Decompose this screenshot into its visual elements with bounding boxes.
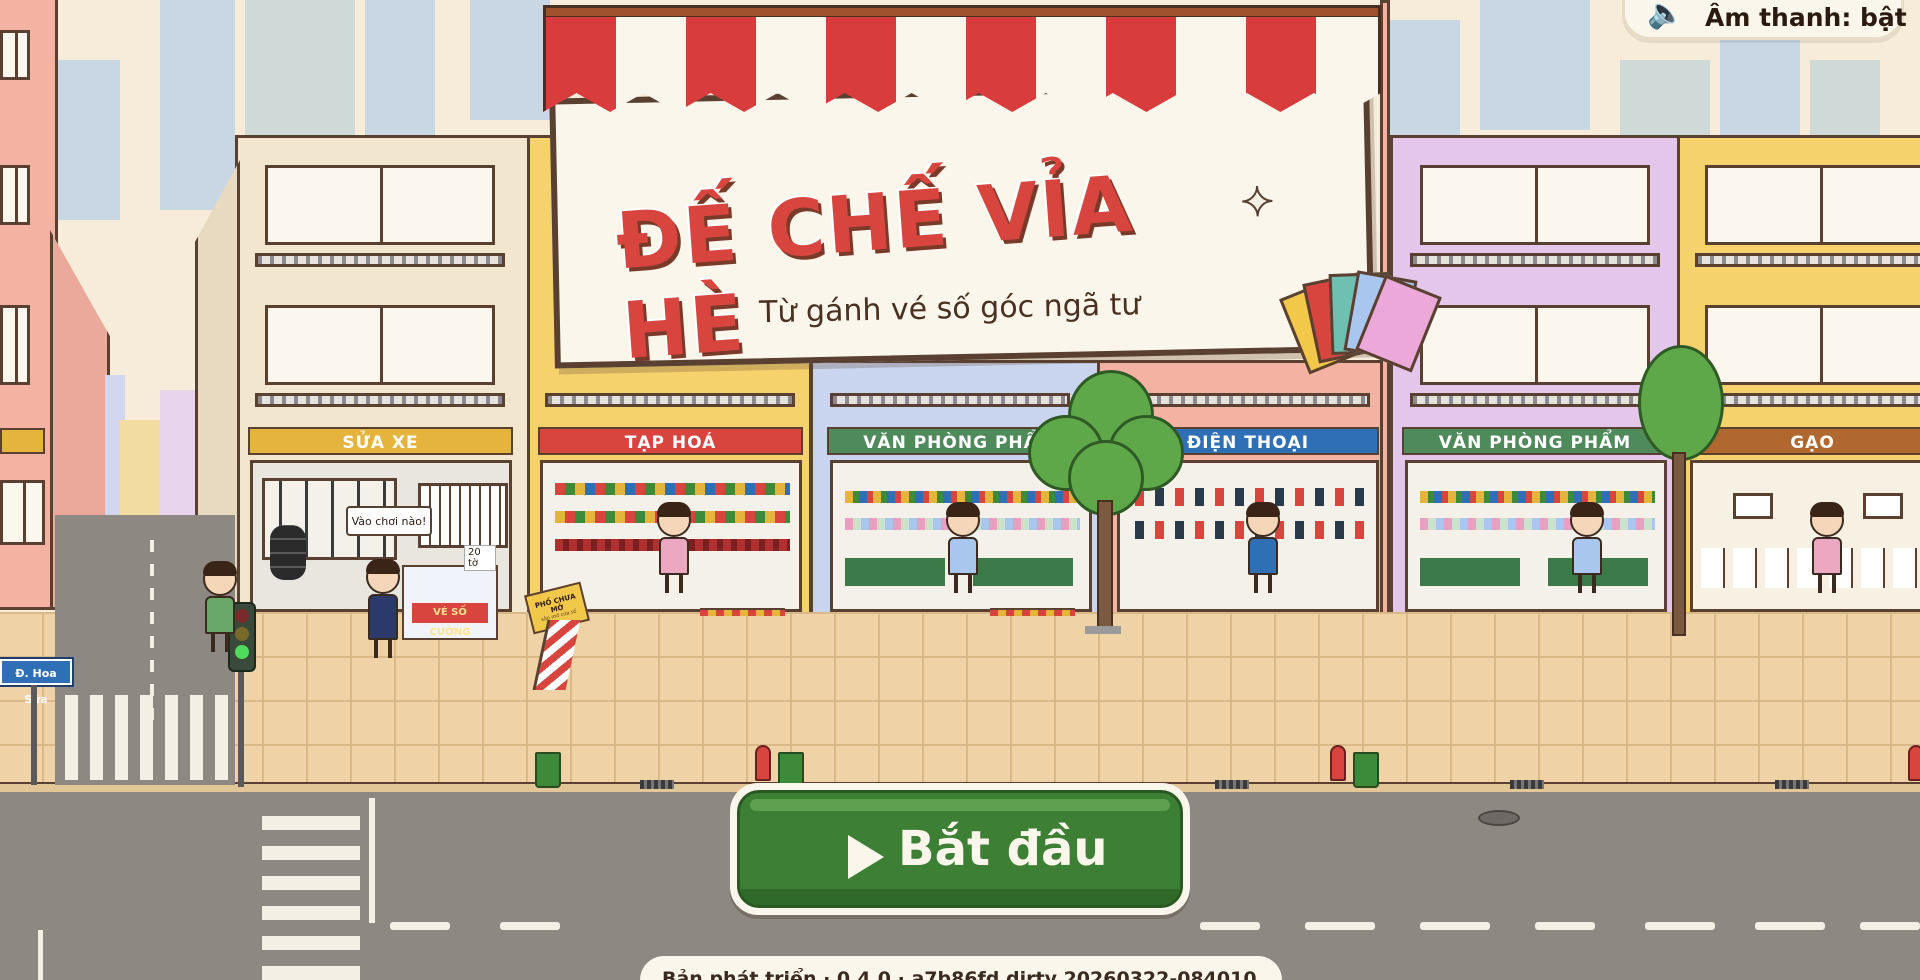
game-title: ĐẾ CHẾ VỈA HÈ — [613, 159, 1137, 378]
play-icon — [848, 835, 884, 879]
lottery-tickets-icon — [1279, 265, 1442, 375]
fire-hydrant — [1330, 745, 1346, 781]
tree — [1638, 345, 1724, 461]
shop-sign-rice: GẠO — [1690, 427, 1920, 455]
game-scene: SỬA XE TẠP HOÁ VĂN PHÒNG PHẨM ĐIỆN THOẠI… — [0, 0, 1920, 980]
npc-vendor — [366, 559, 400, 658]
npc-person — [657, 502, 691, 593]
trash-bin — [535, 752, 561, 788]
sound-toggle-button[interactable]: 🔈 Âm thanh: bật — [1622, 0, 1907, 40]
version-label: Bản phát triển · 0.4.0 · a7b86fd dirty 2… — [640, 956, 1282, 980]
fire-hydrant — [755, 745, 771, 781]
crosswalk-left — [65, 695, 230, 780]
tree — [1028, 370, 1184, 516]
shop-sign-stationery-2: VĂN PHÒNG PHẨM — [1402, 427, 1668, 455]
fire-hydrant — [1908, 745, 1920, 781]
lottery-price: 20 tờ — [464, 545, 496, 571]
npc-person — [1570, 502, 1604, 593]
npc-person — [1246, 502, 1280, 593]
shop-sign-grocery: TẠP HOÁ — [538, 427, 803, 455]
sidewalk — [0, 612, 1920, 787]
start-button-label: Bắt đầu — [898, 821, 1108, 877]
start-button[interactable]: Bắt đầu — [730, 783, 1190, 915]
npc-person — [946, 502, 980, 593]
npc-person — [203, 561, 237, 652]
awning — [543, 5, 1381, 115]
star-icon: ✦ — [1239, 178, 1275, 227]
npc-person — [1810, 502, 1844, 593]
trash-bin — [1353, 752, 1379, 788]
crosswalk-front — [262, 808, 360, 980]
speaker-icon: 🔈 — [1647, 0, 1685, 31]
street-sign: Đ. Hoa Sữa — [0, 657, 74, 706]
title-board: ĐẾ CHẾ VỈA HÈ ✦ Từ gánh vé số góc ngã tư — [549, 81, 1375, 377]
lottery-cart-sign: VÉ SỐ CƯỜNG — [412, 603, 488, 638]
shop-sign-repair: SỬA XE — [248, 427, 513, 455]
sound-toggle-label: Âm thanh: bật — [1705, 3, 1907, 32]
lottery-cart: 20 tờ VÉ SỐ CƯỜNG — [402, 545, 498, 640]
speech-bubble: Vào chơi nào! — [346, 506, 432, 536]
